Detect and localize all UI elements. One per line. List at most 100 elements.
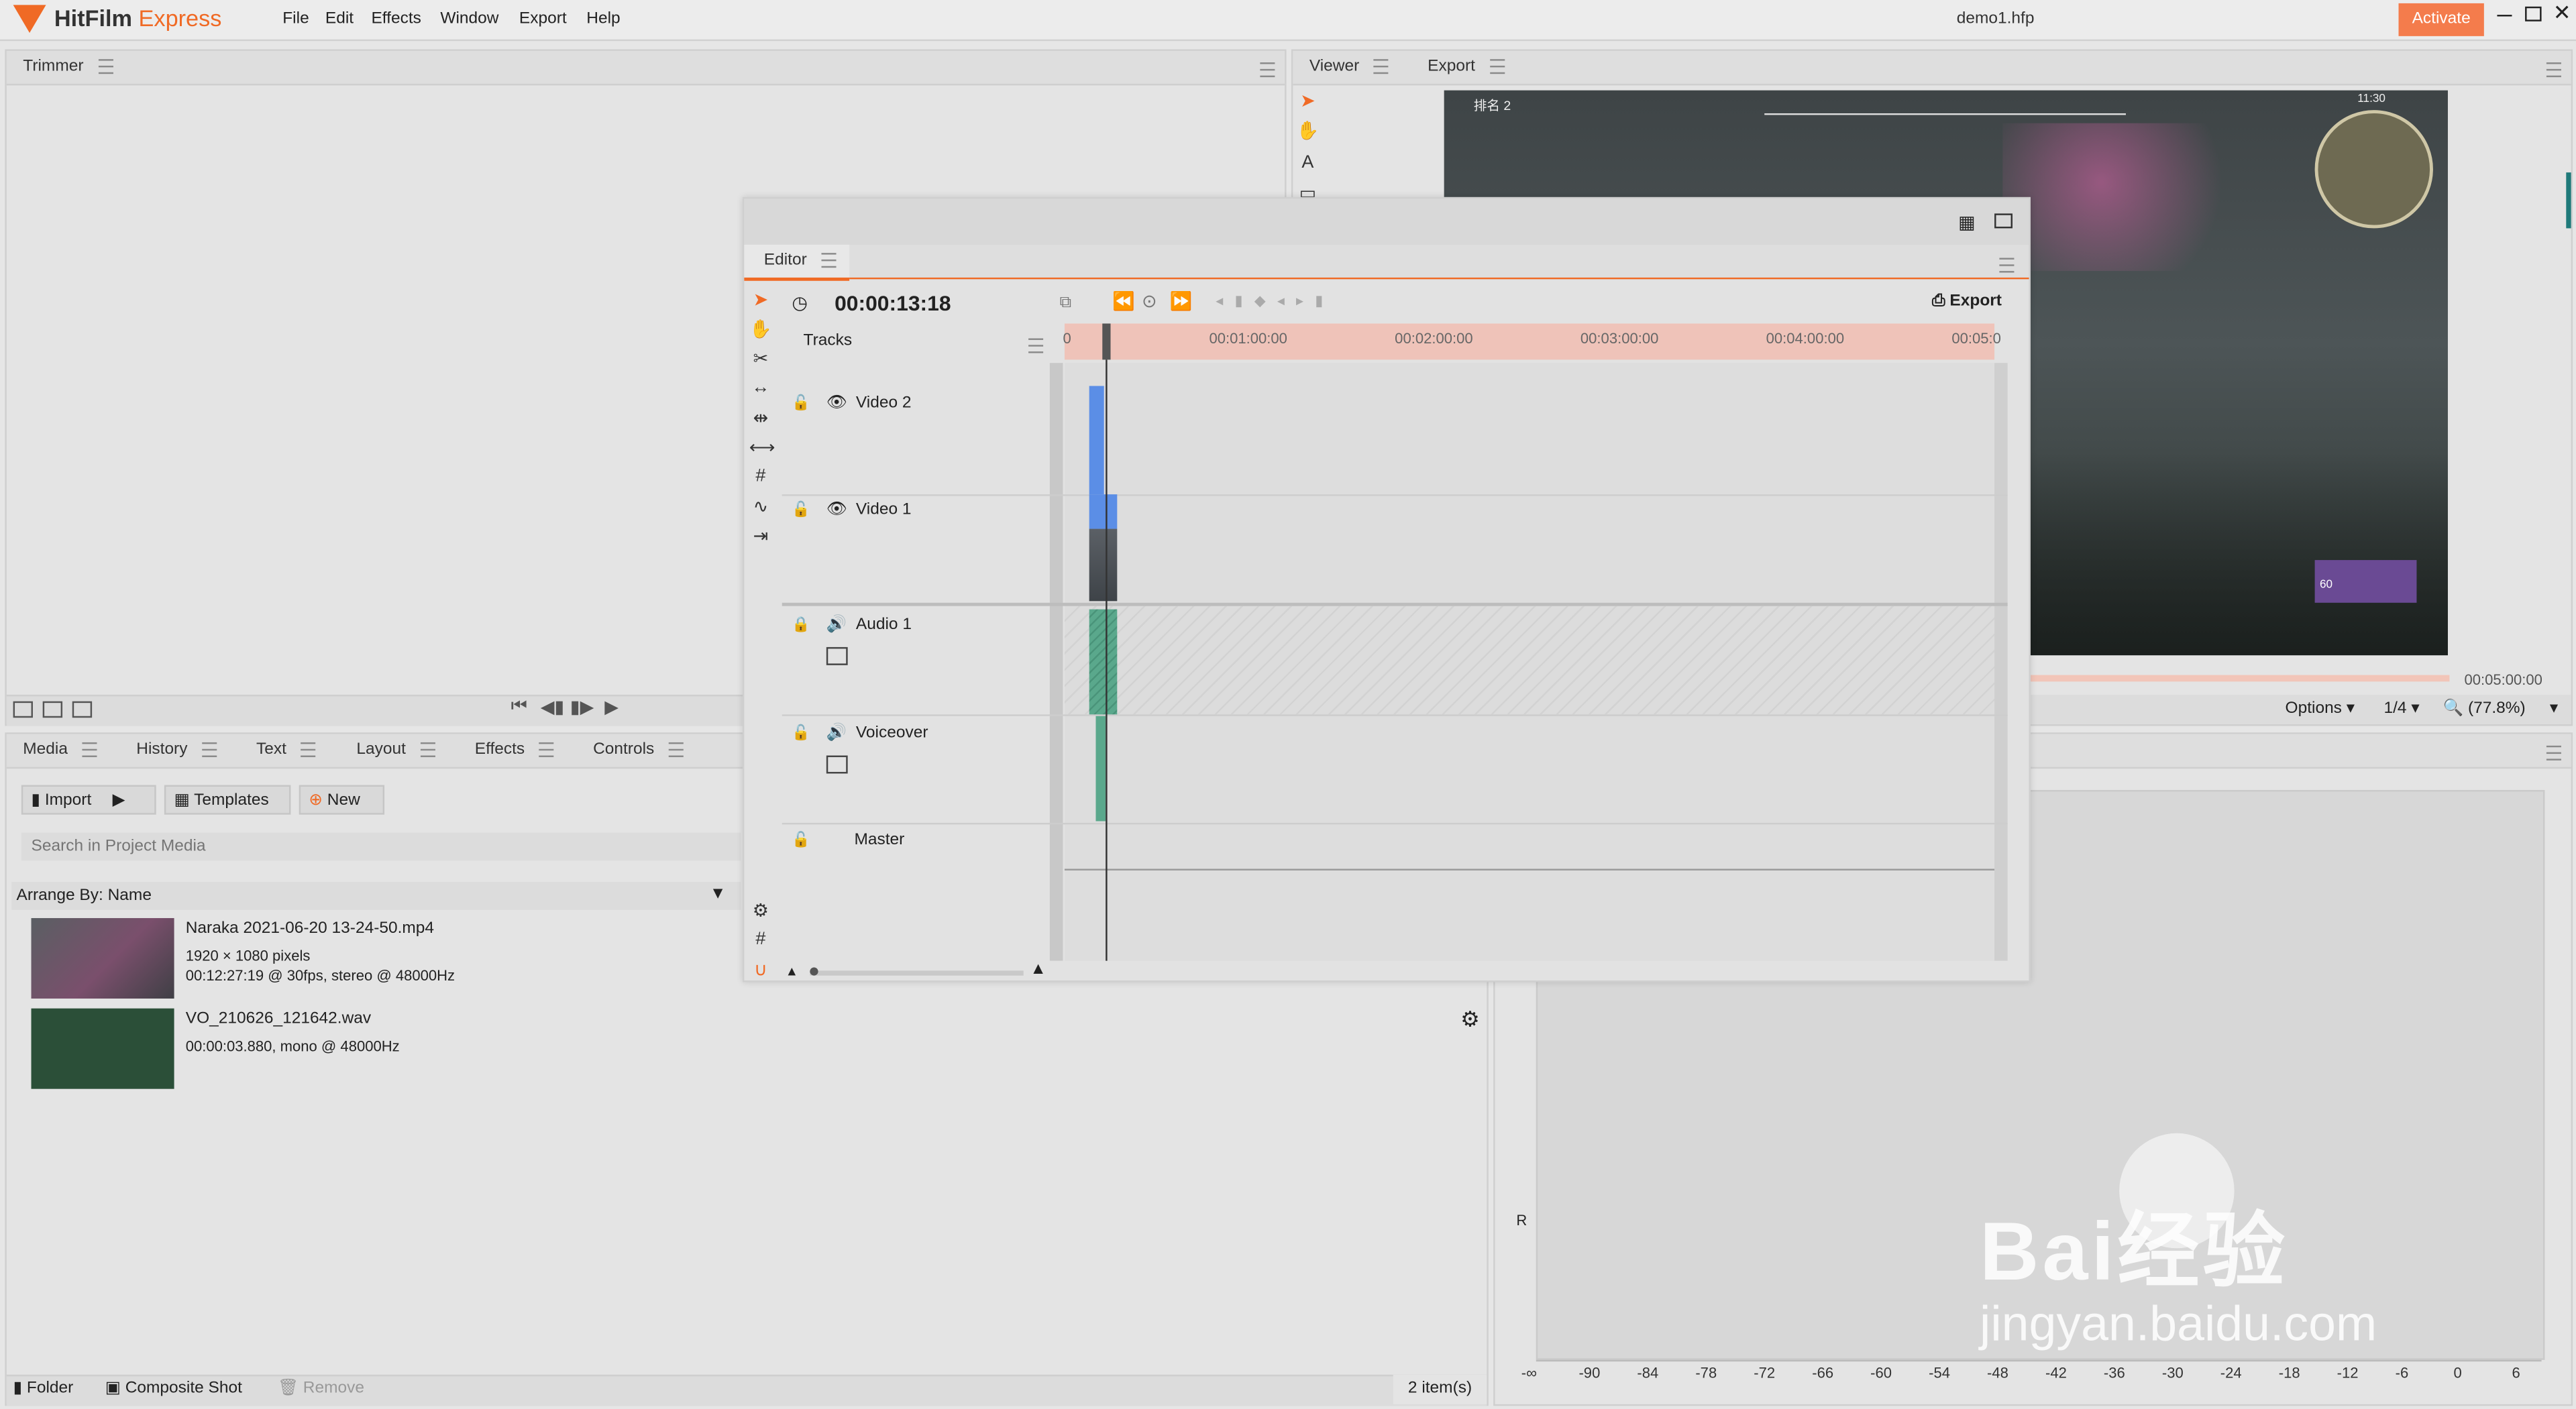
activate-button[interactable]: Activate — [2398, 3, 2484, 36]
viewer-scrollbar[interactable] — [2566, 172, 2571, 229]
menu-icon[interactable] — [539, 742, 554, 757]
lock-icon[interactable]: 🔓 — [792, 394, 810, 412]
magnet-icon[interactable]: ∪ — [749, 959, 772, 980]
razor-tool-icon[interactable]: ✂ — [749, 348, 772, 370]
lock-icon[interactable]: 🔒 — [792, 616, 810, 634]
maximize-panel-icon[interactable] — [1994, 213, 2013, 229]
select-tool-icon[interactable]: ➤ — [1296, 91, 1319, 111]
tab-layout[interactable]: Layout — [356, 734, 435, 767]
zoom-in-icon[interactable]: ▲ — [1030, 961, 1046, 979]
settings-icon[interactable]: ⚙ — [749, 900, 772, 921]
zoom-dropdown[interactable]: 🔍 (77.8%) ▾ — [2443, 699, 2559, 718]
zoom-slider-handle[interactable] — [810, 967, 818, 976]
composite-shot-button[interactable]: ▣ Composite Shot — [105, 1379, 242, 1398]
tab-trimmer[interactable]: Trimmer — [23, 51, 113, 84]
panel-menu-icon[interactable] — [2546, 745, 2561, 760]
new-folder-button[interactable]: ▮ Folder — [13, 1379, 74, 1398]
lock-icon[interactable]: 🔓 — [792, 831, 810, 849]
tab-history[interactable]: History — [136, 734, 217, 767]
speaker-icon[interactable]: 🔊 — [826, 616, 847, 634]
panel-menu-icon[interactable] — [1999, 258, 2015, 273]
lock-icon[interactable]: 🔓 — [792, 724, 810, 742]
new-button[interactable]: ⊕ New — [299, 785, 385, 815]
lock-icon[interactable]: 🔓 — [792, 501, 810, 519]
tab-media[interactable]: Media — [23, 734, 97, 767]
list-item[interactable]: Naraka 2021-06-20 13-24-50.mp4 1920 × 10… — [31, 917, 738, 1000]
menu-icon[interactable] — [201, 742, 217, 757]
menu-icon[interactable] — [98, 58, 113, 74]
header-divider[interactable] — [1049, 363, 1063, 961]
export-button[interactable]: ⎙ Export — [1932, 292, 2002, 311]
tracks-menu-icon[interactable] — [1028, 338, 1043, 353]
export-queue-icon[interactable]: ⧉ — [1060, 294, 1071, 312]
audio-1-clip[interactable] — [1089, 609, 1118, 715]
import-button[interactable]: ▮ Import ▶ — [21, 785, 156, 815]
slide-tool-icon[interactable]: ⇹ — [749, 407, 772, 429]
menu-export[interactable]: Export — [519, 10, 567, 28]
step-back-icon[interactable]: ◀▮ — [541, 696, 565, 718]
current-timecode[interactable]: 00:00:13:18 — [835, 290, 951, 315]
eye-icon[interactable]: 👁 — [826, 501, 847, 519]
text-tool-icon[interactable]: A — [1296, 153, 1319, 172]
waveform-toggle-icon[interactable] — [826, 755, 848, 774]
rewind-icon[interactable]: ⏪ — [1112, 290, 1135, 312]
close-icon[interactable]: ✕ — [2553, 0, 2571, 26]
menu-icon[interactable] — [821, 252, 837, 268]
voiceover-clip[interactable] — [1095, 716, 1106, 822]
select-tool-icon[interactable]: ➤ — [749, 289, 772, 310]
viewer-progress-track[interactable] — [2030, 675, 2450, 682]
eye-icon[interactable]: 👁 — [826, 394, 847, 412]
media-search-input[interactable] — [21, 832, 741, 861]
slip-tool-icon[interactable]: ↔ — [749, 378, 772, 397]
go-start-icon[interactable]: ⏮ — [511, 696, 527, 718]
rate-tool-icon[interactable]: ∿ — [749, 496, 772, 517]
zoom-out-icon[interactable]: ▲ — [786, 964, 798, 979]
playhead[interactable] — [1106, 359, 1108, 961]
options-dropdown[interactable]: Options ▾ — [2286, 699, 2355, 718]
track-select-tool-icon[interactable]: ⇥ — [749, 526, 772, 547]
grid-view-icon[interactable]: ▦ — [1958, 212, 1975, 233]
menu-help[interactable]: Help — [586, 10, 620, 28]
tab-editor[interactable]: Editor — [744, 244, 849, 281]
step-forward-icon[interactable]: ▮▶ — [570, 696, 594, 718]
tab-viewer[interactable]: Viewer — [1309, 51, 1389, 84]
video-1-clip-thumbnail[interactable] — [1089, 528, 1118, 602]
set-in-icon[interactable] — [13, 701, 33, 718]
minimize-icon[interactable] — [2497, 15, 2512, 17]
insert-icon[interactable] — [42, 701, 63, 718]
tab-export[interactable]: Export — [1428, 51, 1505, 84]
menu-icon[interactable] — [301, 742, 316, 757]
tab-effects[interactable]: Effects — [475, 734, 554, 767]
menu-edit[interactable]: Edit — [325, 10, 354, 28]
menu-file[interactable]: File — [282, 10, 309, 28]
timeline-ruler[interactable] — [1064, 323, 1995, 360]
tab-text[interactable]: Text — [256, 734, 316, 767]
hand-tool-icon[interactable]: ✋ — [749, 319, 772, 340]
menu-window[interactable]: Window — [440, 10, 498, 28]
hand-tool-icon[interactable]: ✋ — [1296, 120, 1320, 141]
waveform-toggle-icon[interactable] — [826, 646, 848, 665]
video-2-clip[interactable] — [1089, 386, 1104, 495]
menu-icon[interactable] — [420, 742, 435, 757]
gear-icon[interactable]: ⚙ — [1460, 1007, 1480, 1033]
ripple-tool-icon[interactable]: ⟷ — [749, 437, 775, 458]
stop-icon[interactable]: ⊙ — [1142, 290, 1157, 312]
fast-forward-icon[interactable]: ⏩ — [1170, 290, 1193, 312]
marker-tools[interactable]: ◂▮◆◂▸▮ — [1216, 292, 1334, 311]
timeline-scrollbar[interactable] — [1994, 363, 2008, 961]
remove-button[interactable]: 🗑 Remove — [278, 1379, 364, 1398]
speaker-icon[interactable]: 🔊 — [826, 724, 847, 742]
video-1-clip[interactable] — [1089, 494, 1118, 529]
arrange-by-dropdown[interactable]: Arrange By: Name ▼ — [11, 882, 741, 910]
maximize-icon[interactable] — [2525, 6, 2542, 21]
list-item[interactable]: VO_210626_121642.wav 00:00:03.880, mono … — [31, 1008, 738, 1090]
menu-effects[interactable]: Effects — [371, 10, 421, 28]
templates-button[interactable]: ▦ Templates — [164, 785, 291, 815]
play-icon[interactable]: ▶ — [604, 696, 619, 718]
tab-controls[interactable]: Controls — [593, 734, 684, 767]
snapping-grid-icon[interactable]: # — [749, 929, 772, 949]
menu-icon[interactable] — [668, 742, 684, 757]
playhead-handle[interactable] — [1102, 323, 1111, 360]
menu-icon[interactable] — [82, 742, 97, 757]
roll-tool-icon[interactable]: # — [749, 467, 772, 486]
